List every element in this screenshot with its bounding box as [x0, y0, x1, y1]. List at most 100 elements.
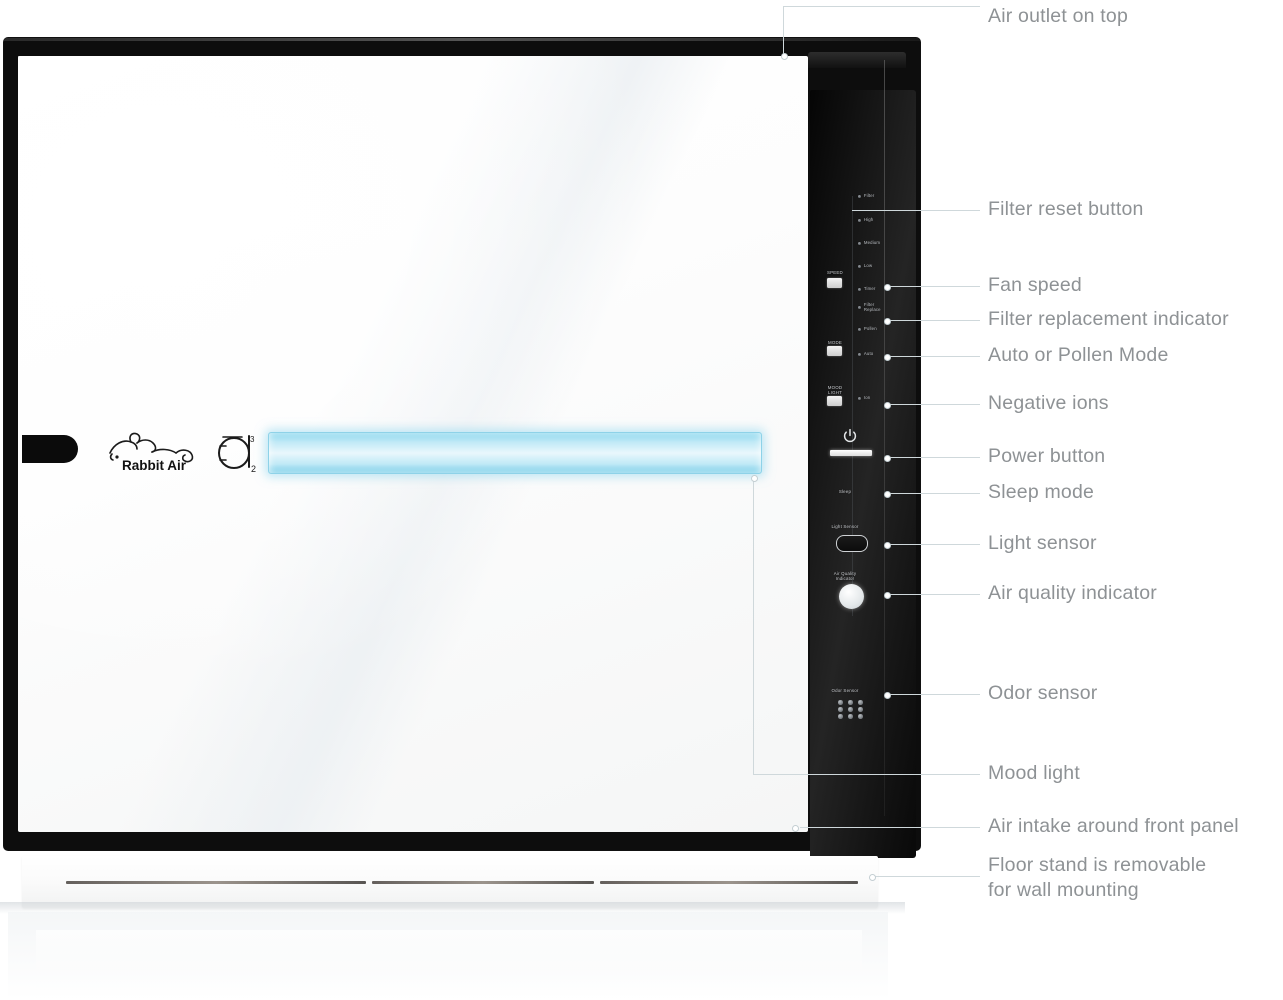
stand-slit	[66, 881, 366, 884]
leader-dot-filter-replacement	[884, 318, 891, 325]
callout-odor-sensor: Odor sensor	[988, 682, 1098, 704]
leader-mood-light-h	[753, 774, 980, 775]
leader-dot-floor-stand	[869, 874, 876, 881]
callout-sleep-mode: Sleep mode	[988, 481, 1095, 503]
led-row-filter: Filter	[858, 193, 874, 199]
leader-filter-reset	[852, 210, 980, 211]
leader-air-quality	[886, 594, 980, 595]
stand-slit	[372, 881, 594, 884]
sleep-mode-label[interactable]: Sleep	[826, 489, 864, 494]
callout-air-outlet: Air outlet on top	[988, 5, 1128, 27]
callout-floor-stand: Floor stand is removable for wall mounti…	[988, 854, 1207, 901]
leader-fan-speed	[886, 286, 980, 287]
svg-text:3: 3	[250, 435, 255, 444]
callout-air-quality: Air quality indicator	[988, 582, 1157, 604]
odor-dot-icon	[858, 714, 863, 719]
led-row-ion: Ion	[858, 395, 870, 401]
led-dot-icon	[858, 327, 862, 331]
leader-dot-auto-pollen	[884, 354, 891, 361]
leader-negative-ions	[886, 404, 980, 405]
speed-button[interactable]	[827, 278, 842, 288]
mood-light-ion-button[interactable]	[827, 396, 842, 406]
callout-auto-pollen: Auto or Pollen Mode	[988, 344, 1169, 366]
led-dot-icon	[858, 194, 862, 198]
led-row-auto: Auto	[858, 351, 873, 357]
model-logo-a3: 3 2	[212, 426, 266, 478]
led-dot-icon	[858, 305, 862, 310]
speed-button-label: SPEED	[827, 270, 843, 275]
odor-dot-icon	[858, 707, 863, 712]
leader-dot-sleep-mode	[884, 491, 891, 498]
leader-air-outlet-v	[783, 6, 784, 58]
column-seam-inner	[852, 196, 853, 616]
callout-negative-ions: Negative ions	[988, 392, 1109, 414]
led-dot-icon	[858, 287, 862, 291]
air-purifier-diagram: Rabbit Air 3 2 Filter High Medium Low Ti…	[0, 0, 1283, 1000]
leader-mood-light-v	[753, 478, 754, 774]
mode-reset-button[interactable]	[827, 346, 842, 356]
led-dot-icon	[858, 396, 862, 400]
leader-power-button	[886, 457, 980, 458]
power-icon	[842, 428, 858, 444]
odor-sensor-grille	[838, 700, 866, 719]
leader-dot-mood-light	[751, 475, 758, 482]
led-row-pollen: Pollen	[858, 326, 877, 332]
control-column	[810, 90, 916, 858]
power-button[interactable]	[830, 450, 872, 456]
surface-reflection-inner	[36, 930, 862, 1000]
led-dot-icon	[858, 264, 862, 268]
leader-dot-negative-ions	[884, 402, 891, 409]
leader-filter-replacement	[886, 320, 980, 321]
leader-air-intake	[800, 827, 980, 828]
odor-dot-icon	[838, 707, 843, 712]
callout-filter-replacement: Filter replacement indicator	[988, 308, 1229, 330]
led-row-filter-replacement: Filter Replace	[858, 302, 881, 312]
svg-text:2: 2	[251, 464, 256, 474]
callout-mood-light: Mood light	[988, 762, 1080, 784]
leader-dot-air-quality	[884, 592, 891, 599]
led-row-low: Low	[858, 263, 872, 269]
rabbit-air-logo: Rabbit Air	[104, 430, 200, 474]
led-row-high: High	[858, 217, 873, 223]
odor-sensor-label: Odor Sensor	[831, 688, 859, 693]
odor-dot-icon	[848, 707, 853, 712]
leader-dot-air-intake	[792, 825, 799, 832]
light-sensor	[836, 535, 868, 552]
air-outlet-grille	[808, 52, 906, 68]
odor-dot-icon	[858, 700, 863, 705]
led-dot-icon	[858, 218, 862, 222]
svg-text:Rabbit Air: Rabbit Air	[122, 458, 187, 473]
floor-stand	[22, 856, 878, 908]
odor-dot-icon	[848, 714, 853, 719]
leader-dot-fan-speed	[884, 284, 891, 291]
led-row-medium: Medium	[858, 240, 880, 246]
mood-light-bar	[268, 432, 762, 474]
leader-dot-power-button	[884, 455, 891, 462]
odor-dot-icon	[838, 714, 843, 719]
odor-dot-icon	[848, 700, 853, 705]
odor-dot-icon	[838, 700, 843, 705]
leader-floor-stand	[872, 876, 980, 877]
leader-dot-odor-sensor	[884, 692, 891, 699]
leader-sleep-mode	[886, 493, 980, 494]
callout-power-button: Power button	[988, 445, 1106, 467]
callout-filter-reset: Filter reset button	[988, 198, 1144, 220]
leader-dot-light-sensor	[884, 542, 891, 549]
panel-release-handle[interactable]	[22, 435, 78, 463]
leader-light-sensor	[886, 544, 980, 545]
stand-slit	[600, 881, 858, 884]
air-quality-indicator	[839, 584, 864, 609]
light-sensor-label: Light Sensor	[831, 524, 859, 529]
leader-auto-pollen	[886, 356, 980, 357]
led-row-timer: Timer	[858, 286, 875, 292]
callout-air-intake: Air intake around front panel	[988, 815, 1239, 837]
air-quality-label: Air Quality Indicator	[833, 571, 857, 581]
leader-air-outlet-h	[783, 6, 980, 7]
leader-odor-sensor	[886, 694, 980, 695]
callout-light-sensor: Light sensor	[988, 532, 1097, 554]
leader-dot-air-outlet	[781, 53, 788, 60]
led-dot-icon	[858, 352, 862, 356]
led-dot-icon	[858, 241, 862, 245]
column-seam-right	[884, 60, 885, 816]
callout-fan-speed: Fan speed	[988, 274, 1082, 296]
